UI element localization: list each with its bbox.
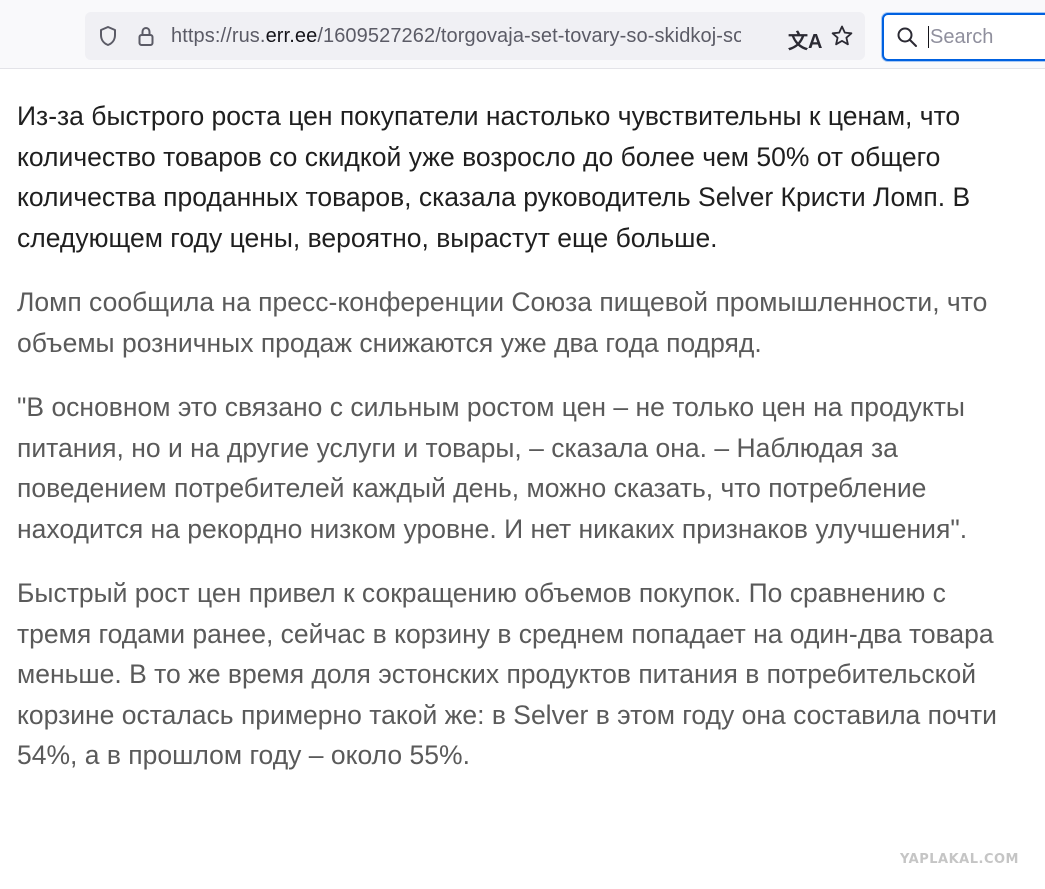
- url-path: /1609527262/torgovaja-set-tovary-so-skid…: [317, 24, 741, 47]
- article-lead-paragraph: Из-за быстрого роста цен покупатели наст…: [17, 101, 971, 253]
- search-input[interactable]: Search: [928, 26, 993, 48]
- shield-icon[interactable]: [97, 25, 119, 47]
- article-paragraph: Ломп сообщила на пресс-конференции Союза…: [17, 287, 988, 358]
- browser-toolbar: https://rus.err.ee/1609527262/torgovaja-…: [0, 0, 1045, 69]
- url-text[interactable]: https://rus.err.ee/1609527262/torgovaja-…: [171, 25, 741, 48]
- search-box[interactable]: Search: [882, 13, 1045, 61]
- watermark: YAPLAKAL.COM: [900, 852, 1019, 867]
- article-body: Из-за быстрого роста цен покупатели наст…: [17, 96, 1027, 776]
- url-prefix: https://rus.: [171, 24, 266, 47]
- star-icon[interactable]: [830, 24, 854, 53]
- article-paragraph: "В основном это связано с сильным ростом…: [17, 392, 968, 544]
- address-bar[interactable]: https://rus.err.ee/1609527262/torgovaja-…: [85, 12, 865, 60]
- url-host: err.ee: [265, 24, 318, 47]
- article-paragraph: Быстрый рост цен привел к сокращению объ…: [17, 578, 997, 770]
- search-icon: [896, 26, 918, 53]
- translate-icon[interactable]: 文A: [788, 25, 822, 54]
- lock-icon[interactable]: [135, 25, 157, 47]
